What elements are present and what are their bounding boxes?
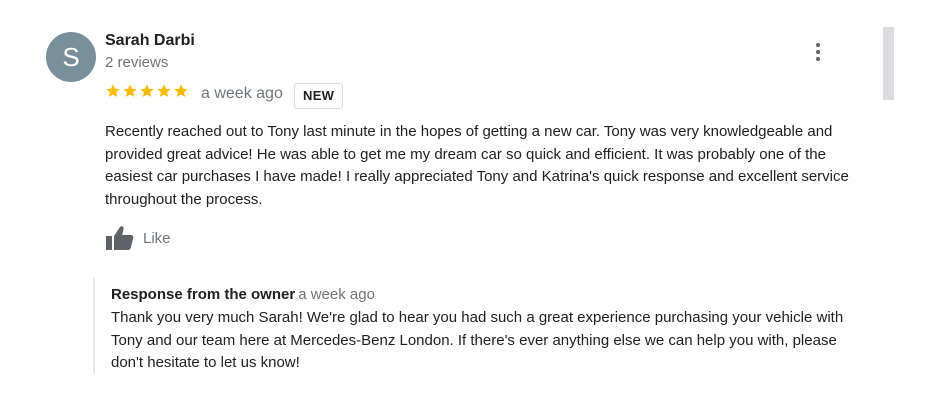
like-button[interactable]: Like	[105, 224, 171, 252]
more-options-button[interactable]	[806, 38, 830, 66]
owner-response-title: Response from the owner	[111, 286, 296, 303]
review-count[interactable]: 2 reviews	[105, 54, 168, 71]
reviewer-name[interactable]: Sarah Darbi	[105, 32, 195, 50]
star-icon	[106, 84, 120, 97]
owner-response-text: Thank you very much Sarah! We're glad to…	[111, 309, 844, 371]
star-icon	[123, 84, 137, 97]
thumb-up-icon	[106, 226, 134, 250]
more-vert-icon-dot	[816, 50, 820, 54]
star-rating	[105, 83, 189, 99]
new-badge: NEW	[294, 83, 344, 109]
star-icon	[157, 84, 171, 97]
more-vert-icon	[816, 43, 820, 47]
like-label: Like	[143, 229, 171, 247]
more-vert-icon-dot	[816, 57, 820, 61]
star-icon	[174, 84, 188, 97]
review-date: a week ago	[201, 85, 283, 102]
review-text: Recently reached out to Tony last minute…	[105, 123, 849, 208]
scrollbar-thumb[interactable]	[883, 27, 894, 100]
owner-response-date: a week ago	[298, 286, 375, 303]
owner-response-header: Response from the owner a week ago	[111, 286, 375, 304]
avatar[interactable]: S	[46, 32, 96, 82]
star-icon	[140, 84, 154, 97]
